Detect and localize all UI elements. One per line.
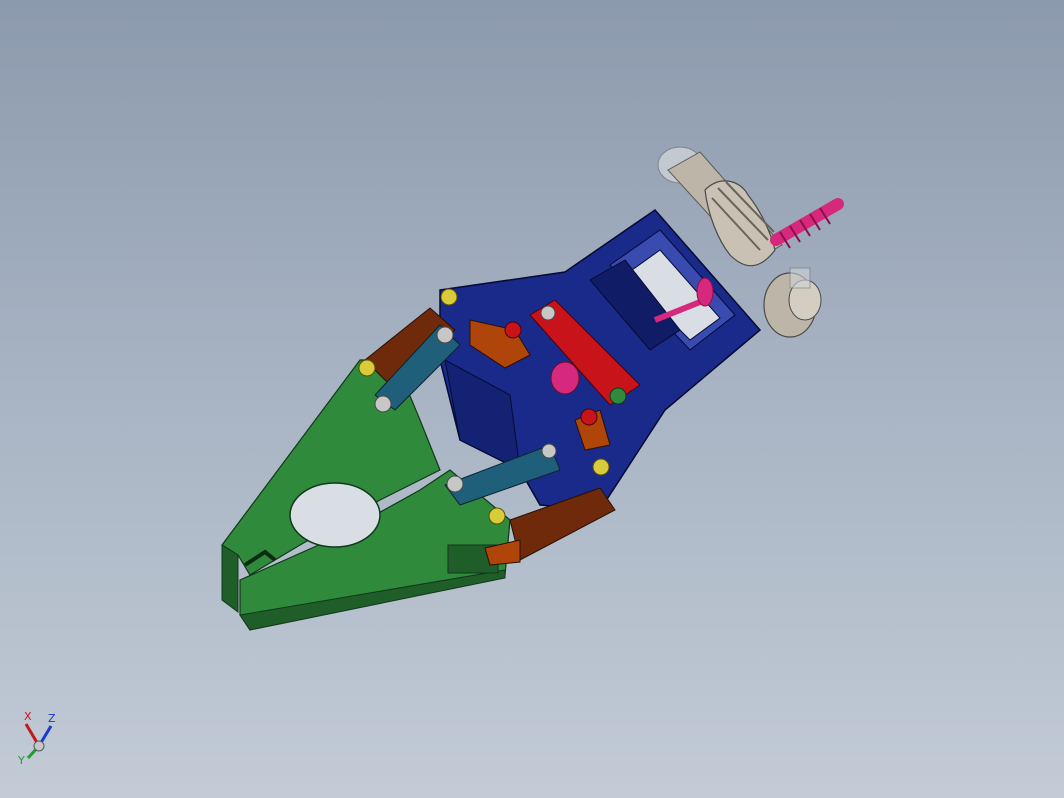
triad-origin xyxy=(33,740,45,752)
x-axis-label: X xyxy=(24,710,32,723)
y-axis-label: Y xyxy=(17,754,25,766)
gripper-assembly-model[interactable] xyxy=(0,0,1064,798)
spring-screw[interactable] xyxy=(770,198,844,249)
cad-viewport[interactable]: X Z Y xyxy=(0,0,1064,798)
z-axis-label: Z xyxy=(48,712,56,725)
coordinate-triad: X Z Y xyxy=(17,710,56,766)
